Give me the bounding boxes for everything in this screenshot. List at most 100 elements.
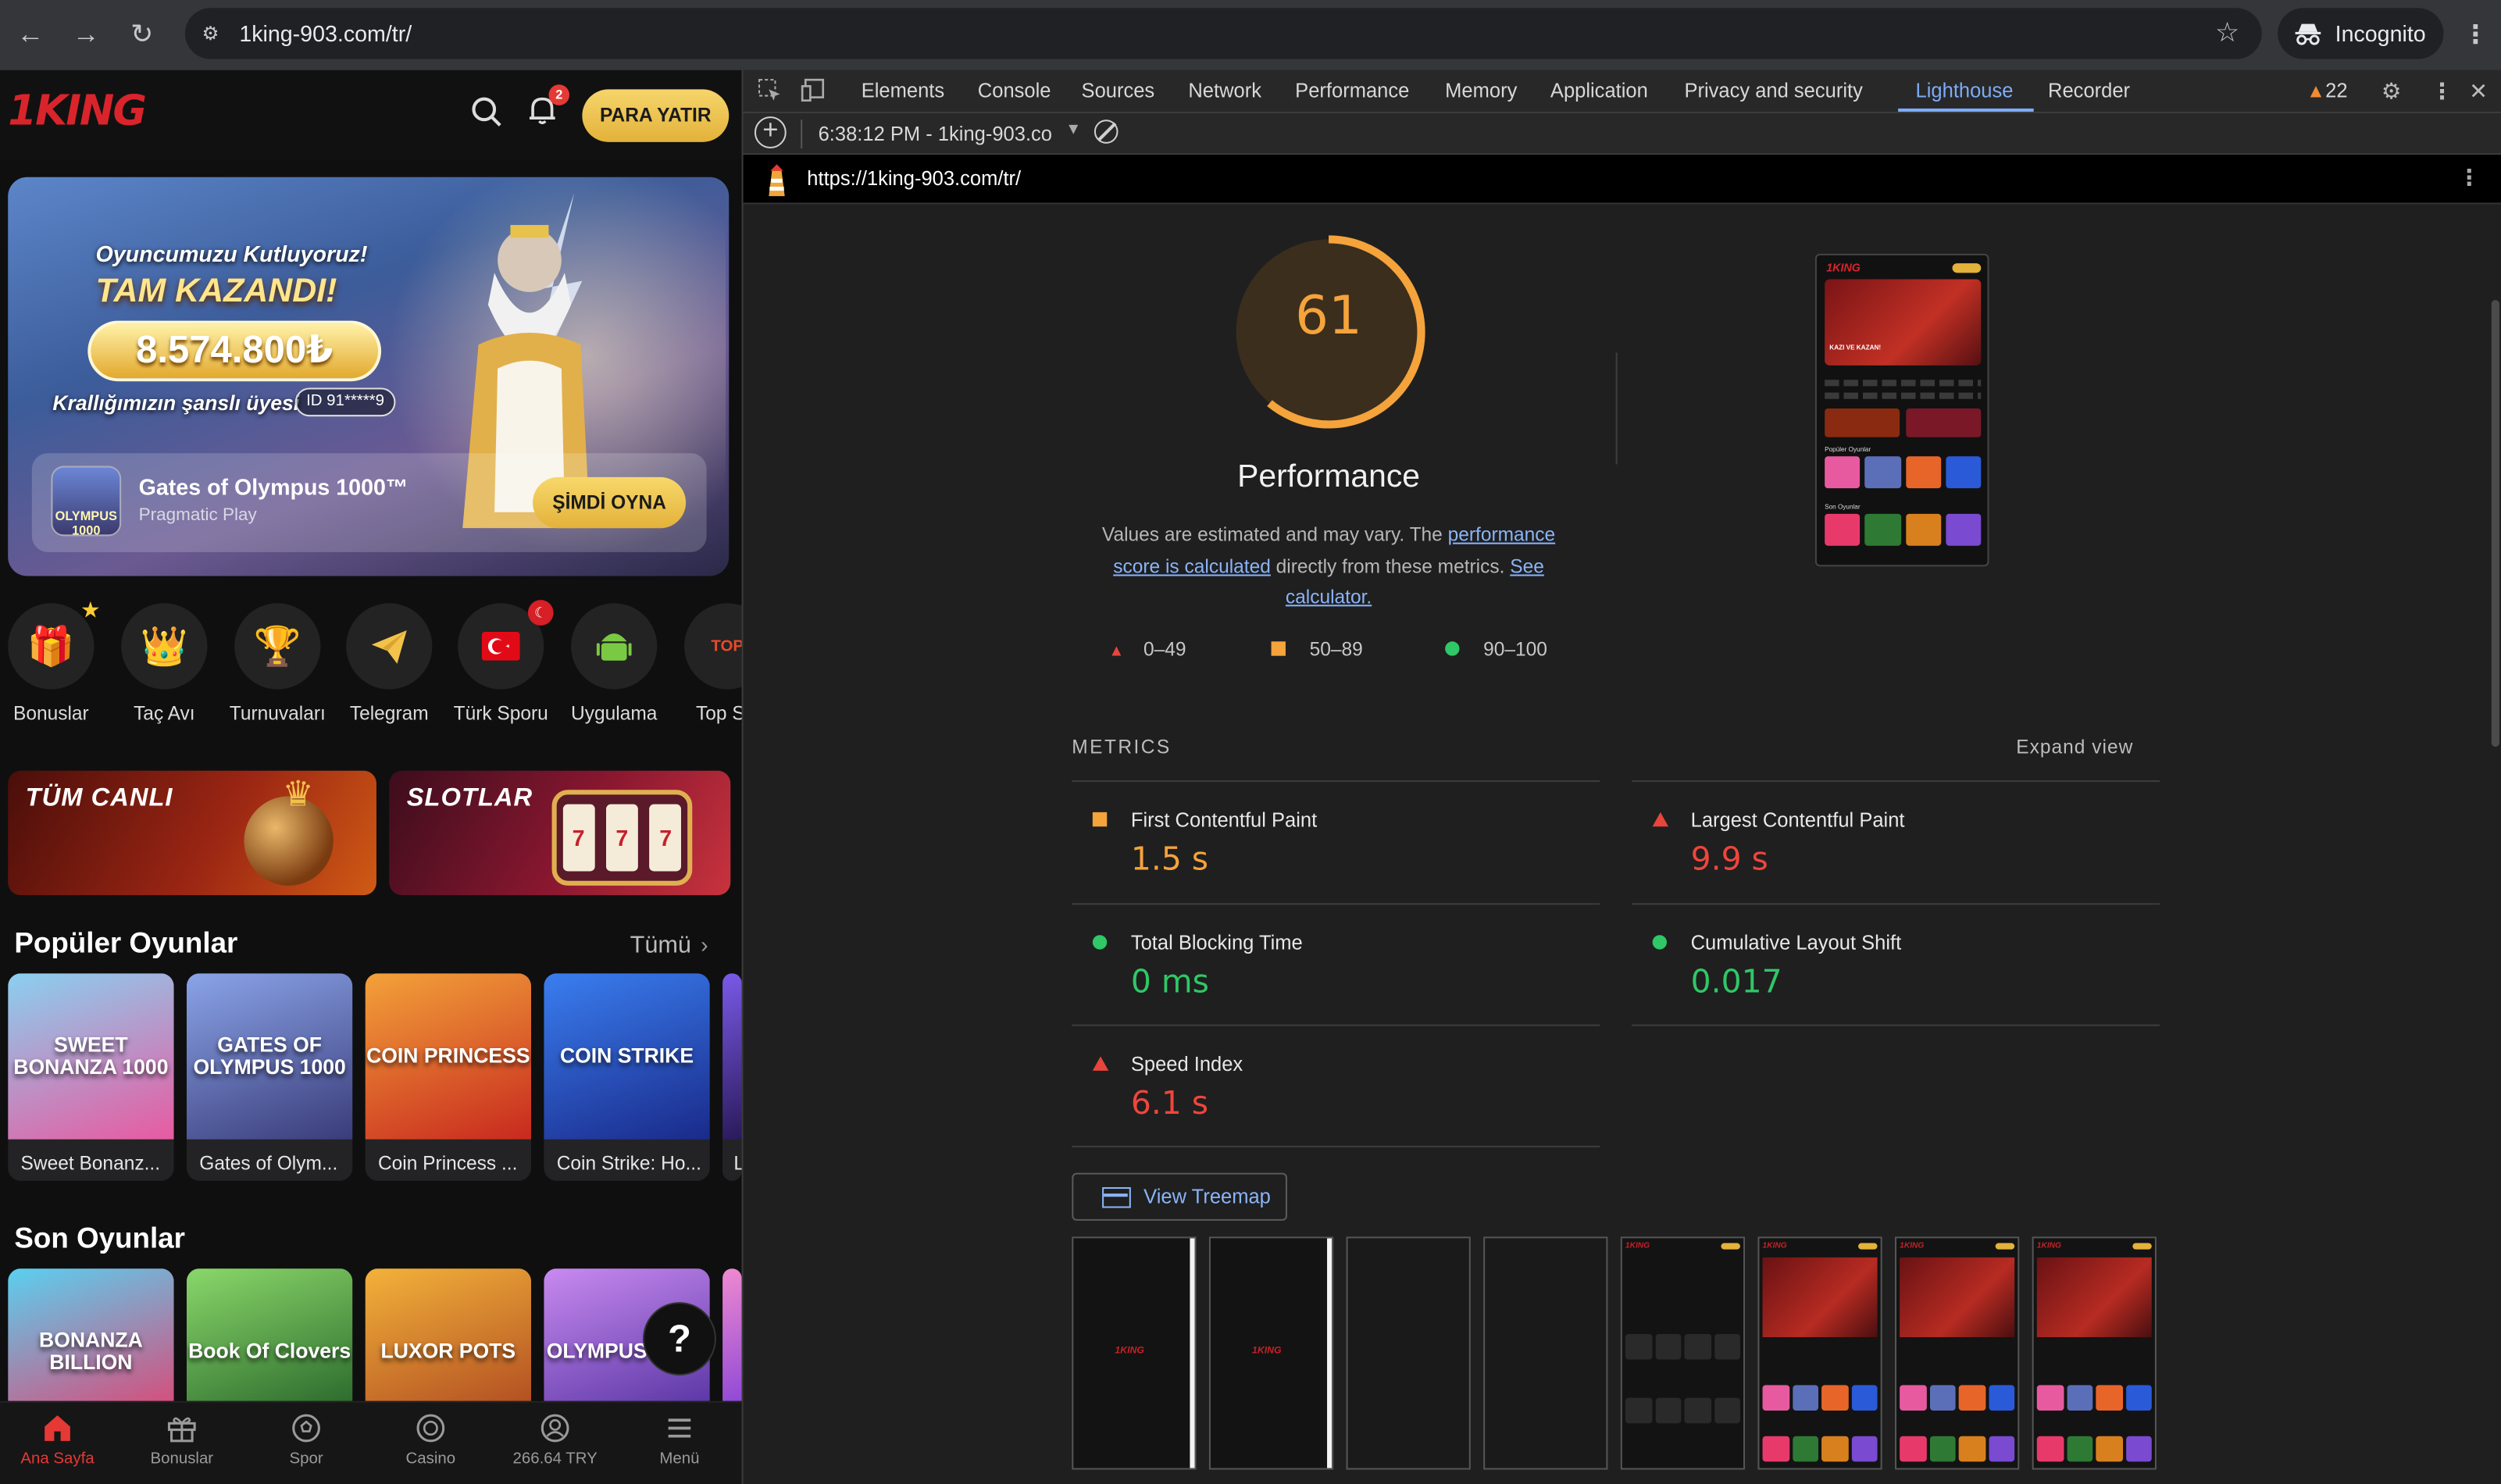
tab-sources[interactable]: Sources xyxy=(1082,80,1155,102)
category-turnuvalari[interactable]: 🏆 Turnuvaları xyxy=(227,603,329,725)
frame-button xyxy=(1995,1243,2015,1250)
tab-performance[interactable]: Performance xyxy=(1295,80,1409,102)
hero-banner[interactable]: Oyuncumuzu Kutluyoruz! TAM KAZANDI! 8.57… xyxy=(8,177,730,576)
reload-icon[interactable]: ↻ xyxy=(126,20,158,52)
category-tac-avi[interactable]: 👑 Taç Avı xyxy=(113,603,216,725)
crown-illustration: ♛ xyxy=(282,773,314,814)
warning-icon: ▲ xyxy=(2306,80,2326,102)
frame-header: 1KING xyxy=(1900,1241,2015,1252)
nav-account[interactable]: 266.64 TRY xyxy=(493,1412,617,1468)
site-logo[interactable]: 1KING xyxy=(8,87,147,135)
see-all-link[interactable]: Tümü › xyxy=(630,932,708,959)
game-tile[interactable]: COIN STRIKE Coin Strike: Ho... xyxy=(544,973,710,1181)
close-devtools-icon[interactable]: ✕ xyxy=(2469,78,2488,105)
featured-game-thumbnail[interactable]: OLYMPUS 1000 xyxy=(51,466,122,537)
game-art: COIN STRIKE xyxy=(544,973,710,1140)
incognito-indicator[interactable]: Incognito xyxy=(2278,8,2444,59)
frame-tile xyxy=(1958,1385,1985,1411)
game-name: Gates of Olym... xyxy=(199,1152,338,1175)
nav-bonuses[interactable]: Bonuslar xyxy=(120,1412,244,1468)
help-button[interactable]: ? xyxy=(642,1302,716,1376)
nav-menu[interactable]: Menü xyxy=(617,1412,741,1468)
slot-reel: 7 xyxy=(605,804,638,872)
device-toolbar-icon[interactable] xyxy=(801,78,826,107)
final-screenshot-thumbnail[interactable]: 1KING KAZI VE KAZAN! Popüler Oyunlar Son… xyxy=(1814,253,1989,567)
frame-logo: 1KING xyxy=(1762,1241,1787,1251)
category-telegram[interactable]: Telegram xyxy=(338,603,441,725)
view-treemap-button[interactable]: View Treemap xyxy=(1072,1172,1287,1221)
screenshot-tile xyxy=(1825,513,1861,546)
frame-logo: 1KING xyxy=(1625,1241,1650,1251)
tab-recorder[interactable]: Recorder xyxy=(2048,80,2130,102)
hero-title: TAM KAZANDI! xyxy=(95,273,337,310)
nav-label: Spor xyxy=(289,1450,323,1468)
frame-tile xyxy=(1900,1436,1926,1462)
nav-sports[interactable]: Spor xyxy=(244,1412,368,1468)
tab-network[interactable]: Network xyxy=(1188,80,1261,102)
tab-lighthouse[interactable]: Lighthouse xyxy=(1916,80,2014,102)
search-icon[interactable] xyxy=(470,96,505,131)
frame-tile xyxy=(2036,1436,2064,1462)
clear-reports-icon[interactable] xyxy=(1094,120,1118,144)
address-bar[interactable]: ⚙ 1king-903.com/tr/ ☆ xyxy=(184,8,2262,59)
tab-privacy-security[interactable]: Privacy and security xyxy=(1684,80,1862,102)
frame-tile xyxy=(1762,1385,1789,1411)
category-label: Türk Sporu xyxy=(453,701,548,725)
category-top-slots[interactable]: TOP Top Slc xyxy=(676,603,742,725)
screenshot-tile xyxy=(1825,456,1861,489)
game-tile[interactable]: SWEET BONANZA 1000 Sweet Bonanz... xyxy=(8,973,174,1181)
metric-value: 6.1 s xyxy=(1130,1083,1209,1122)
live-banner-label: TÜM CANLI xyxy=(25,785,173,812)
game-tile[interactable]: LUXOR POTS xyxy=(365,1268,532,1413)
forward-icon[interactable]: → xyxy=(70,20,102,52)
slots-banner[interactable]: SLOTLAR 7 7 7 xyxy=(389,770,731,896)
metric-lcp: Largest Contentful Paint 9.9 s xyxy=(1632,782,2160,903)
game-tile[interactable]: Book Of Clovers xyxy=(186,1268,353,1413)
live-casino-banner[interactable]: TÜM CANLI ♛ xyxy=(8,770,376,896)
play-now-button[interactable]: ŞİMDİ OYNA xyxy=(533,476,687,529)
expand-view-toggle[interactable]: Expand view xyxy=(2016,736,2133,758)
deposit-button[interactable]: PARA YATIR xyxy=(582,89,730,142)
report-menu-icon[interactable]: ⋮ xyxy=(2458,164,2481,191)
new-report-icon[interactable]: + xyxy=(754,116,787,148)
tab-memory[interactable]: Memory xyxy=(1445,80,1517,102)
screenshot-tile xyxy=(1945,456,1982,489)
chevron-down-icon[interactable]: ▼ xyxy=(1065,121,1081,138)
tab-console[interactable]: Console xyxy=(978,80,1051,102)
inspect-element-icon[interactable] xyxy=(758,78,782,107)
category-title: Performance xyxy=(1237,459,1420,495)
game-name: L xyxy=(733,1152,741,1175)
nav-home[interactable]: Ana Sayfa xyxy=(0,1412,120,1468)
frame-tiles xyxy=(1762,1385,1878,1411)
featured-game-card[interactable]: OLYMPUS 1000 Gates of Olympus 1000™ Prag… xyxy=(31,453,707,552)
game-tile[interactable]: BONANZA BILLION xyxy=(8,1268,174,1413)
game-tile[interactable] xyxy=(722,1268,742,1413)
divider xyxy=(1072,1145,1600,1147)
tab-application[interactable]: Application xyxy=(1550,80,1648,102)
browser-menu-icon[interactable]: ⋮ xyxy=(2463,20,2489,52)
report-url[interactable]: https://1king-903.com/tr/ xyxy=(807,168,1021,191)
metric-name: Total Blocking Time xyxy=(1130,932,1303,954)
scrollbar-thumb[interactable] xyxy=(2491,300,2499,747)
tab-elements[interactable]: Elements xyxy=(862,80,944,102)
category-turk-sporu[interactable]: ☾ Türk Sporu xyxy=(450,600,554,725)
frame-tile xyxy=(2036,1385,2064,1411)
back-icon[interactable]: ← xyxy=(14,20,46,52)
metric-name: First Contentful Paint xyxy=(1130,808,1318,832)
category-bonuslar[interactable]: 🎁 ★ Bonuslar xyxy=(0,597,102,725)
game-tile[interactable]: GATES OF OLYMPUS 1000 Gates of Olym... xyxy=(186,973,353,1181)
game-tile[interactable]: L xyxy=(722,973,742,1181)
devtools-menu-icon[interactable]: ⋮ xyxy=(2431,78,2453,105)
report-scrollbar[interactable] xyxy=(2488,204,2501,1484)
category-uygulama[interactable]: Uygulama xyxy=(563,603,665,725)
settings-gear-icon[interactable]: ⚙ xyxy=(2381,78,2402,105)
address-url[interactable]: 1king-903.com/tr/ xyxy=(239,21,412,47)
game-tile[interactable]: COIN PRINCESS Coin Princess ... xyxy=(365,973,532,1181)
warnings-counter[interactable]: ▲22 xyxy=(2307,80,2348,102)
site-info-icon[interactable]: ⚙ xyxy=(198,21,223,47)
nav-casino[interactable]: Casino xyxy=(369,1412,493,1468)
bookmark-star-icon[interactable]: ☆ xyxy=(2215,17,2239,49)
report-selector[interactable]: 6:38:12 PM - 1king-903.co xyxy=(819,123,1052,145)
category-label: Telegram xyxy=(349,701,429,725)
frame-tile xyxy=(1850,1436,1878,1462)
